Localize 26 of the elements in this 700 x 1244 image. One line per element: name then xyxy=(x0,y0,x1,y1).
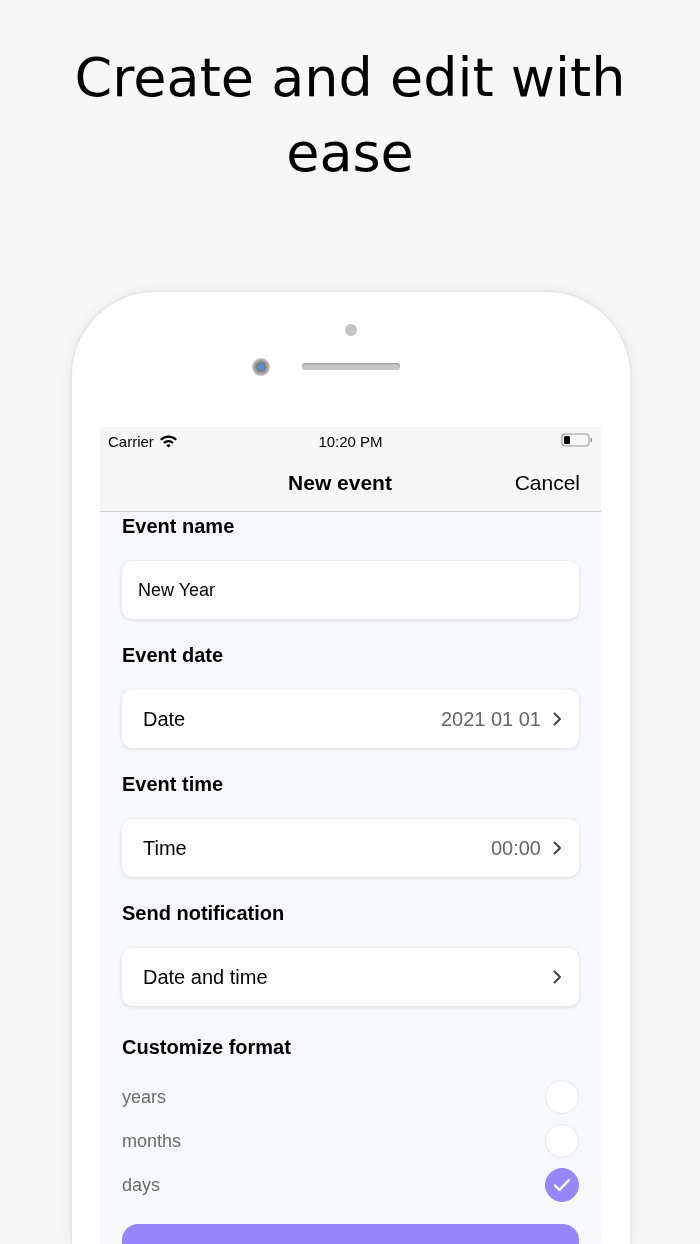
section-title: Event date xyxy=(122,643,225,667)
option-label: months xyxy=(122,1130,182,1152)
option-label: years xyxy=(122,1086,166,1108)
sensor-dot xyxy=(345,324,357,336)
input-field[interactable]: New Year xyxy=(122,561,579,619)
chevron-icon xyxy=(553,712,562,726)
carrier-label: Carrier xyxy=(108,432,154,450)
nav-title: New event xyxy=(288,471,392,495)
section-title: Customize format xyxy=(122,1035,292,1059)
option-label: days xyxy=(122,1174,161,1196)
picker-row[interactable]: Date and time xyxy=(122,948,579,1006)
section-title: Event time xyxy=(122,772,225,796)
chevron-icon xyxy=(553,970,562,984)
section-title: Event name xyxy=(122,514,236,538)
cancel-button[interactable]: Cancel xyxy=(514,471,580,495)
picker-row[interactable]: Time 00:00 xyxy=(122,819,579,877)
wifi-icon xyxy=(158,434,178,448)
checkbox[interactable] xyxy=(545,1168,579,1202)
battery-icon xyxy=(561,432,593,447)
headline: Create and edit with ease xyxy=(73,45,627,186)
camera-lens xyxy=(252,358,270,376)
picker-row[interactable]: Date 2021 01 01 xyxy=(122,690,579,748)
check-icon xyxy=(553,1178,571,1192)
clock-time: 10:20 PM xyxy=(318,432,383,450)
section-title: Send notification xyxy=(122,901,286,925)
chevron-icon xyxy=(553,841,562,855)
